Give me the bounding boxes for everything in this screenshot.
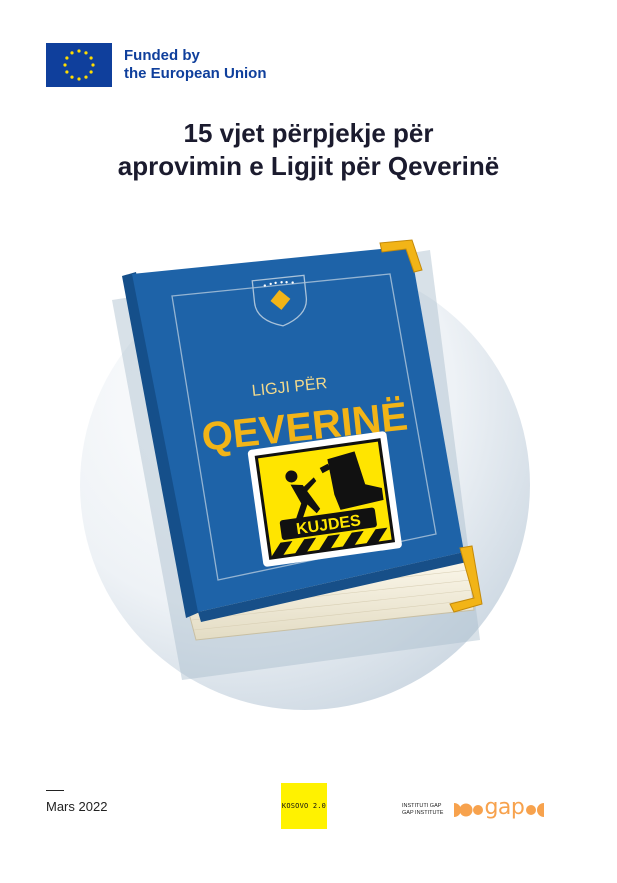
- eu-line-2: the European Union: [124, 65, 267, 82]
- gap-small-text: Instituti GAP GAP Institute: [402, 803, 443, 817]
- kosovo-logo-text: KOSOVO 2.0: [281, 802, 327, 810]
- kosovo-2-0-logo: KOSOVO 2.0: [281, 783, 327, 829]
- gap-left-dots-icon: [454, 802, 484, 817]
- book-illustration: LIGJI PËR QEVERINË KUJDES: [80, 239, 530, 710]
- gap-line-1: Instituti GAP: [402, 802, 442, 809]
- footer-dash: [46, 790, 64, 791]
- eu-line-1: Funded by: [124, 47, 200, 64]
- eu-funding-text: Funded by the European Union: [124, 47, 267, 83]
- gap-institute-logo: Instituti GAP GAP Institute gap: [402, 795, 551, 822]
- warning-sign: KUJDES: [247, 431, 402, 567]
- gap-line-2: GAP Institute: [402, 809, 444, 816]
- eu-flag-icon: [46, 43, 112, 87]
- publication-date: Mars 2022: [46, 799, 108, 814]
- eu-funding-badge: Funded by the European Union: [46, 43, 267, 87]
- page-title: 15 vjet përpjekje për aprovimin e Ligjit…: [0, 117, 617, 183]
- title-line-2: aprovimin e Ligjit për Qeverinë: [117, 151, 500, 181]
- gap-word: gap: [484, 795, 525, 820]
- title-line-1: 15 vjet përpjekje për: [183, 118, 434, 148]
- gap-mark: gap: [447, 795, 551, 822]
- gap-right-dots-icon: [526, 802, 545, 817]
